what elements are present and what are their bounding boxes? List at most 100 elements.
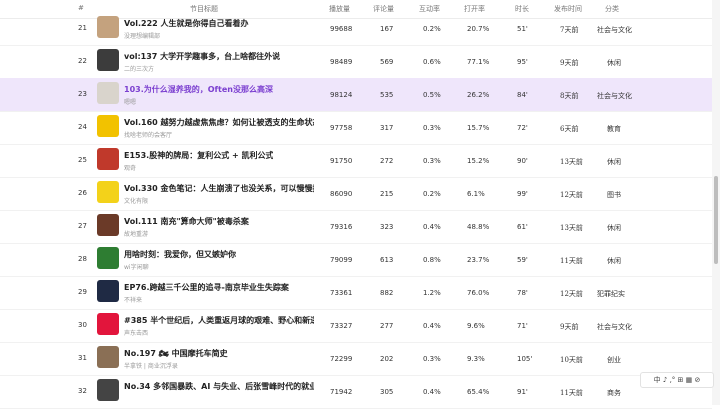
ime-label[interactable]: 中 ♪ ,° ⊞ ▦ ⊘ — [654, 375, 701, 385]
published-cell: 11天前 — [560, 257, 583, 265]
published-cell: 8天前 — [560, 92, 579, 100]
interaction-cell: 0.5% — [423, 91, 441, 99]
plays-cell: 97758 — [330, 124, 353, 132]
comments-cell: 613 — [380, 256, 394, 264]
plays-cell: 79099 — [330, 256, 353, 264]
podcast-name[interactable]: 故地重游 — [124, 229, 148, 238]
plays-cell: 71942 — [330, 388, 353, 396]
open-rate-cell: 15.2% — [467, 157, 490, 165]
podcast-name[interactable]: 不祥来 — [124, 295, 142, 304]
episode-cover-image[interactable] — [97, 82, 119, 104]
interaction-cell: 0.2% — [423, 190, 441, 198]
podcast-name[interactable]: 观奇 — [124, 163, 136, 172]
episode-title[interactable]: Vol.222 人生就是你得自己看着办 — [124, 18, 249, 29]
episode-title[interactable]: 用啥时刻：我爱你，但又嫉妒你 — [124, 249, 236, 260]
episode-cover-image[interactable] — [97, 49, 119, 71]
episode-title[interactable]: vol:137 大学开学趣事多，台上啥都往外说 — [124, 51, 280, 62]
table-row[interactable]: 27 Vol.111 南充"算命大师"被毒杀案 故地重游 79316 323 0.4% 48… — [0, 210, 712, 244]
episode-cover-image[interactable] — [97, 379, 119, 401]
published-cell: 9天前 — [560, 323, 579, 331]
table-row[interactable]: 29 EP76.跨越三千公里的追寻-南京毕业生失踪案 不祥来 73361 882 1.2%… — [0, 276, 712, 310]
table-row[interactable]: 22 vol:137 大学开学趣事多，台上啥都往外说 二的三次方 98489 569 0.… — [0, 45, 712, 79]
rank-cell: 32 — [78, 387, 87, 395]
episode-title[interactable]: E153.股神的牌局：复利公式 + 凯利公式 — [124, 150, 273, 161]
published-cell: 12天前 — [560, 290, 583, 298]
episode-cover-image[interactable] — [97, 181, 119, 203]
episode-title[interactable]: Vol.111 南充"算命大师"被毒杀案 — [124, 216, 249, 227]
open-rate-cell: 6.1% — [467, 190, 485, 198]
episode-title[interactable]: #385 半个世纪后，人类重返月球的艰难、野心和新逻辑 — [124, 315, 314, 326]
podcast-name[interactable]: 声东击西 — [124, 328, 148, 337]
category-cell: 休闲 — [607, 59, 621, 67]
interaction-cell: 0.3% — [423, 157, 441, 165]
table-row[interactable]: 32 No.34 多邻国暴跌、AI 与失业、后张雪峰时代的就业... 71942 30… — [0, 375, 712, 409]
podcast-name[interactable]: 文化有限 — [124, 196, 148, 205]
rank-cell: 26 — [78, 189, 87, 197]
episode-cover-image[interactable] — [97, 148, 119, 170]
open-rate-cell: 77.1% — [467, 58, 490, 66]
duration-cell: 90' — [517, 157, 528, 165]
episode-cover-image[interactable] — [97, 346, 119, 368]
table-row[interactable]: 31 No.197 🏍 中国摩托车简史 半拿铁 | 商业沉浮录 72299 202 0.3… — [0, 342, 712, 376]
episode-cover-image[interactable] — [97, 16, 119, 38]
interaction-cell: 0.6% — [423, 58, 441, 66]
episode-title[interactable]: Vol.330 金色笔记：人生崩溃了也没关系，可以慢慢拼... — [124, 183, 314, 194]
episode-cover-image[interactable] — [97, 247, 119, 269]
ime-toolbar[interactable]: 中 ♪ ,° ⊞ ▦ ⊘ — [640, 372, 714, 388]
plays-cell: 86090 — [330, 190, 353, 198]
podcast-name[interactable]: 二的三次方 — [124, 64, 154, 73]
episode-cover-image[interactable] — [97, 313, 119, 335]
interaction-cell: 0.3% — [423, 355, 441, 363]
duration-cell: 91' — [517, 388, 528, 396]
open-rate-cell: 48.8% — [467, 223, 490, 231]
category-cell: 图书 — [607, 191, 621, 199]
open-rate-cell: 20.7% — [467, 25, 490, 33]
episode-title[interactable]: 103.为什么湿养我的，Often没那么高深 — [124, 84, 273, 95]
episode-title[interactable]: No.197 🏍 中国摩托车简史 — [124, 348, 228, 359]
category-cell: 社会与文化 — [597, 92, 632, 100]
duration-cell: 78' — [517, 289, 528, 297]
duration-cell: 51' — [517, 25, 528, 33]
table-row[interactable]: 25 E153.股神的牌局：复利公式 + 凯利公式 观奇 91750 272 0.3% 15… — [0, 144, 712, 178]
plays-cell: 91750 — [330, 157, 353, 165]
category-cell: 休闲 — [607, 158, 621, 166]
comments-cell: 167 — [380, 25, 394, 33]
interaction-cell: 0.4% — [423, 388, 441, 396]
podcast-name[interactable]: 找啥老师的会客厅 — [124, 130, 172, 139]
table-row[interactable]: 28 用啥时刻：我爱你，但又嫉妒你 wi字闲聊 79099 613 0.8% 23.7% 59… — [0, 243, 712, 277]
plays-cell: 98489 — [330, 58, 353, 66]
table-row[interactable]: 21 Vol.222 人生就是你得自己看着办 没理想编辑部 99688 167 0.2% 2… — [0, 12, 712, 46]
comments-cell: 569 — [380, 58, 394, 66]
comments-cell: 535 — [380, 91, 394, 99]
header-rank: # — [78, 4, 84, 12]
table-row[interactable]: 30 #385 半个世纪后，人类重返月球的艰难、野心和新逻辑 声东击西 73327 27… — [0, 309, 712, 343]
podcast-name[interactable]: 没理想编辑部 — [124, 31, 160, 40]
podcast-name[interactable]: 嗯嗯 — [124, 97, 136, 106]
comments-cell: 202 — [380, 355, 394, 363]
podcast-name[interactable]: wi字闲聊 — [124, 262, 149, 271]
plays-cell: 79316 — [330, 223, 353, 231]
published-cell: 11天前 — [560, 389, 583, 397]
duration-cell: 59' — [517, 256, 528, 264]
open-rate-cell: 23.7% — [467, 256, 490, 264]
interaction-cell: 0.4% — [423, 322, 441, 330]
plays-cell: 73361 — [330, 289, 353, 297]
plays-cell: 73327 — [330, 322, 353, 330]
episode-cover-image[interactable] — [97, 280, 119, 302]
comments-cell: 323 — [380, 223, 394, 231]
episode-title[interactable]: EP76.跨越三千公里的追寻-南京毕业生失踪案 — [124, 282, 289, 293]
podcast-name[interactable]: 半拿铁 | 商业沉浮录 — [124, 361, 178, 370]
episode-title[interactable]: No.34 多邻国暴跌、AI 与失业、后张雪峰时代的就业... — [124, 381, 314, 392]
published-cell: 6天前 — [560, 125, 579, 133]
scrollbar-thumb[interactable] — [714, 176, 718, 264]
plays-cell: 72299 — [330, 355, 353, 363]
duration-cell: 61' — [517, 223, 528, 231]
comments-cell: 882 — [380, 289, 394, 297]
rank-cell: 22 — [78, 57, 87, 65]
episode-title[interactable]: Vol.160 越努力越虚焦焦虑？如何让被透支的生命状态... — [124, 117, 314, 128]
table-row[interactable]: 24 Vol.160 越努力越虚焦焦虑？如何让被透支的生命状态... 找啥老师的会客… — [0, 111, 712, 145]
table-row[interactable]: 23 103.为什么湿养我的，Often没那么高深 嗯嗯 98124 535 0.5% 26… — [0, 78, 712, 112]
episode-cover-image[interactable] — [97, 115, 119, 137]
table-row[interactable]: 26 Vol.330 金色笔记：人生崩溃了也没关系，可以慢慢拼... 文化有限 860… — [0, 177, 712, 211]
episode-cover-image[interactable] — [97, 214, 119, 236]
